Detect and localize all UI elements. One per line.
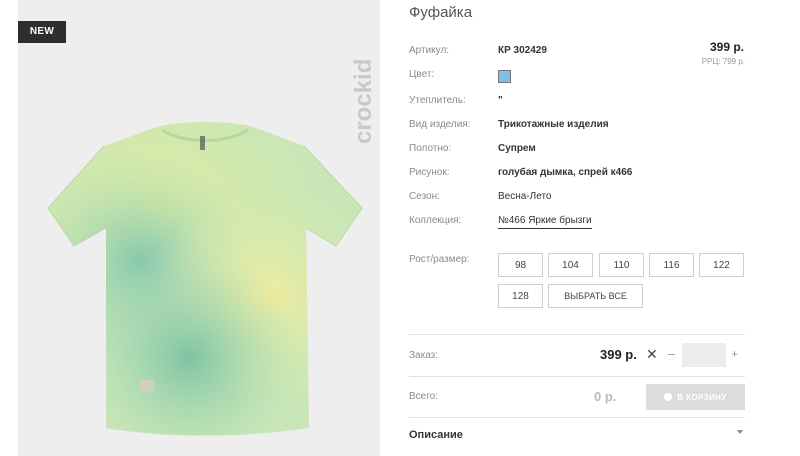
collection-label: Коллекция: [409,215,462,226]
color-swatch[interactable] [498,70,511,83]
type-label: Вид изделия: [409,119,471,130]
season-label: Сезон: [409,191,440,202]
size-option-104[interactable]: 104 [548,253,593,277]
select-all-sizes-button[interactable]: ВЫБРАТЬ ВСЕ [548,284,643,308]
quantity-increment-button[interactable]: + [731,347,738,361]
size-option-98[interactable]: 98 [498,253,543,277]
new-badge: NEW [18,21,66,43]
size-option-110[interactable]: 110 [599,253,644,277]
add-to-cart-button[interactable]: В КОРЗИНУ [646,384,745,410]
total-label: Всего: [409,391,438,402]
divider [409,376,745,377]
insulation-label: Утеплитель: [409,95,466,106]
product-photo[interactable]: NEW crockid [18,0,380,456]
size-label: Рост/размер: [409,254,470,265]
multiply-icon: ✕ [646,346,658,362]
recommended-price: РРЦ: 799 р. [701,57,745,66]
size-option-122[interactable]: 122 [699,253,744,277]
pattern-value: голубая дымка, спрей к466 [498,167,633,178]
article-label: Артикул: [409,45,450,56]
divider [409,417,745,418]
insulation-value: " [498,95,503,106]
size-option-116[interactable]: 116 [649,253,694,277]
add-to-cart-label: В КОРЗИНУ [677,392,727,402]
order-label: Заказ: [409,350,439,361]
pattern-label: Рисунок: [409,167,450,178]
divider [409,334,745,335]
type-value: Трикотажные изделия [498,119,609,130]
description-toggle[interactable]: Описание [409,429,463,441]
season-value: Весна-Лето [498,191,552,202]
quantity-decrement-button[interactable]: – [668,346,675,361]
quantity-input[interactable] [682,343,726,367]
product-price: 399 р. [709,40,744,54]
product-title: Фуфайка [409,4,473,21]
collection-link[interactable]: №466 Яркие брызги [498,215,592,229]
article-value: КР 302429 [498,45,547,56]
tshirt-image [47,122,363,436]
fabric-value: Супрем [498,143,536,154]
total-value: 0 р. [594,389,617,404]
size-option-128[interactable]: 128 [498,284,543,308]
chevron-down-icon[interactable] [737,430,743,434]
cart-icon [664,393,673,401]
order-price: 399 р. [600,347,637,362]
color-label: Цвет: [409,69,435,80]
fabric-label: Полотно: [409,143,452,154]
